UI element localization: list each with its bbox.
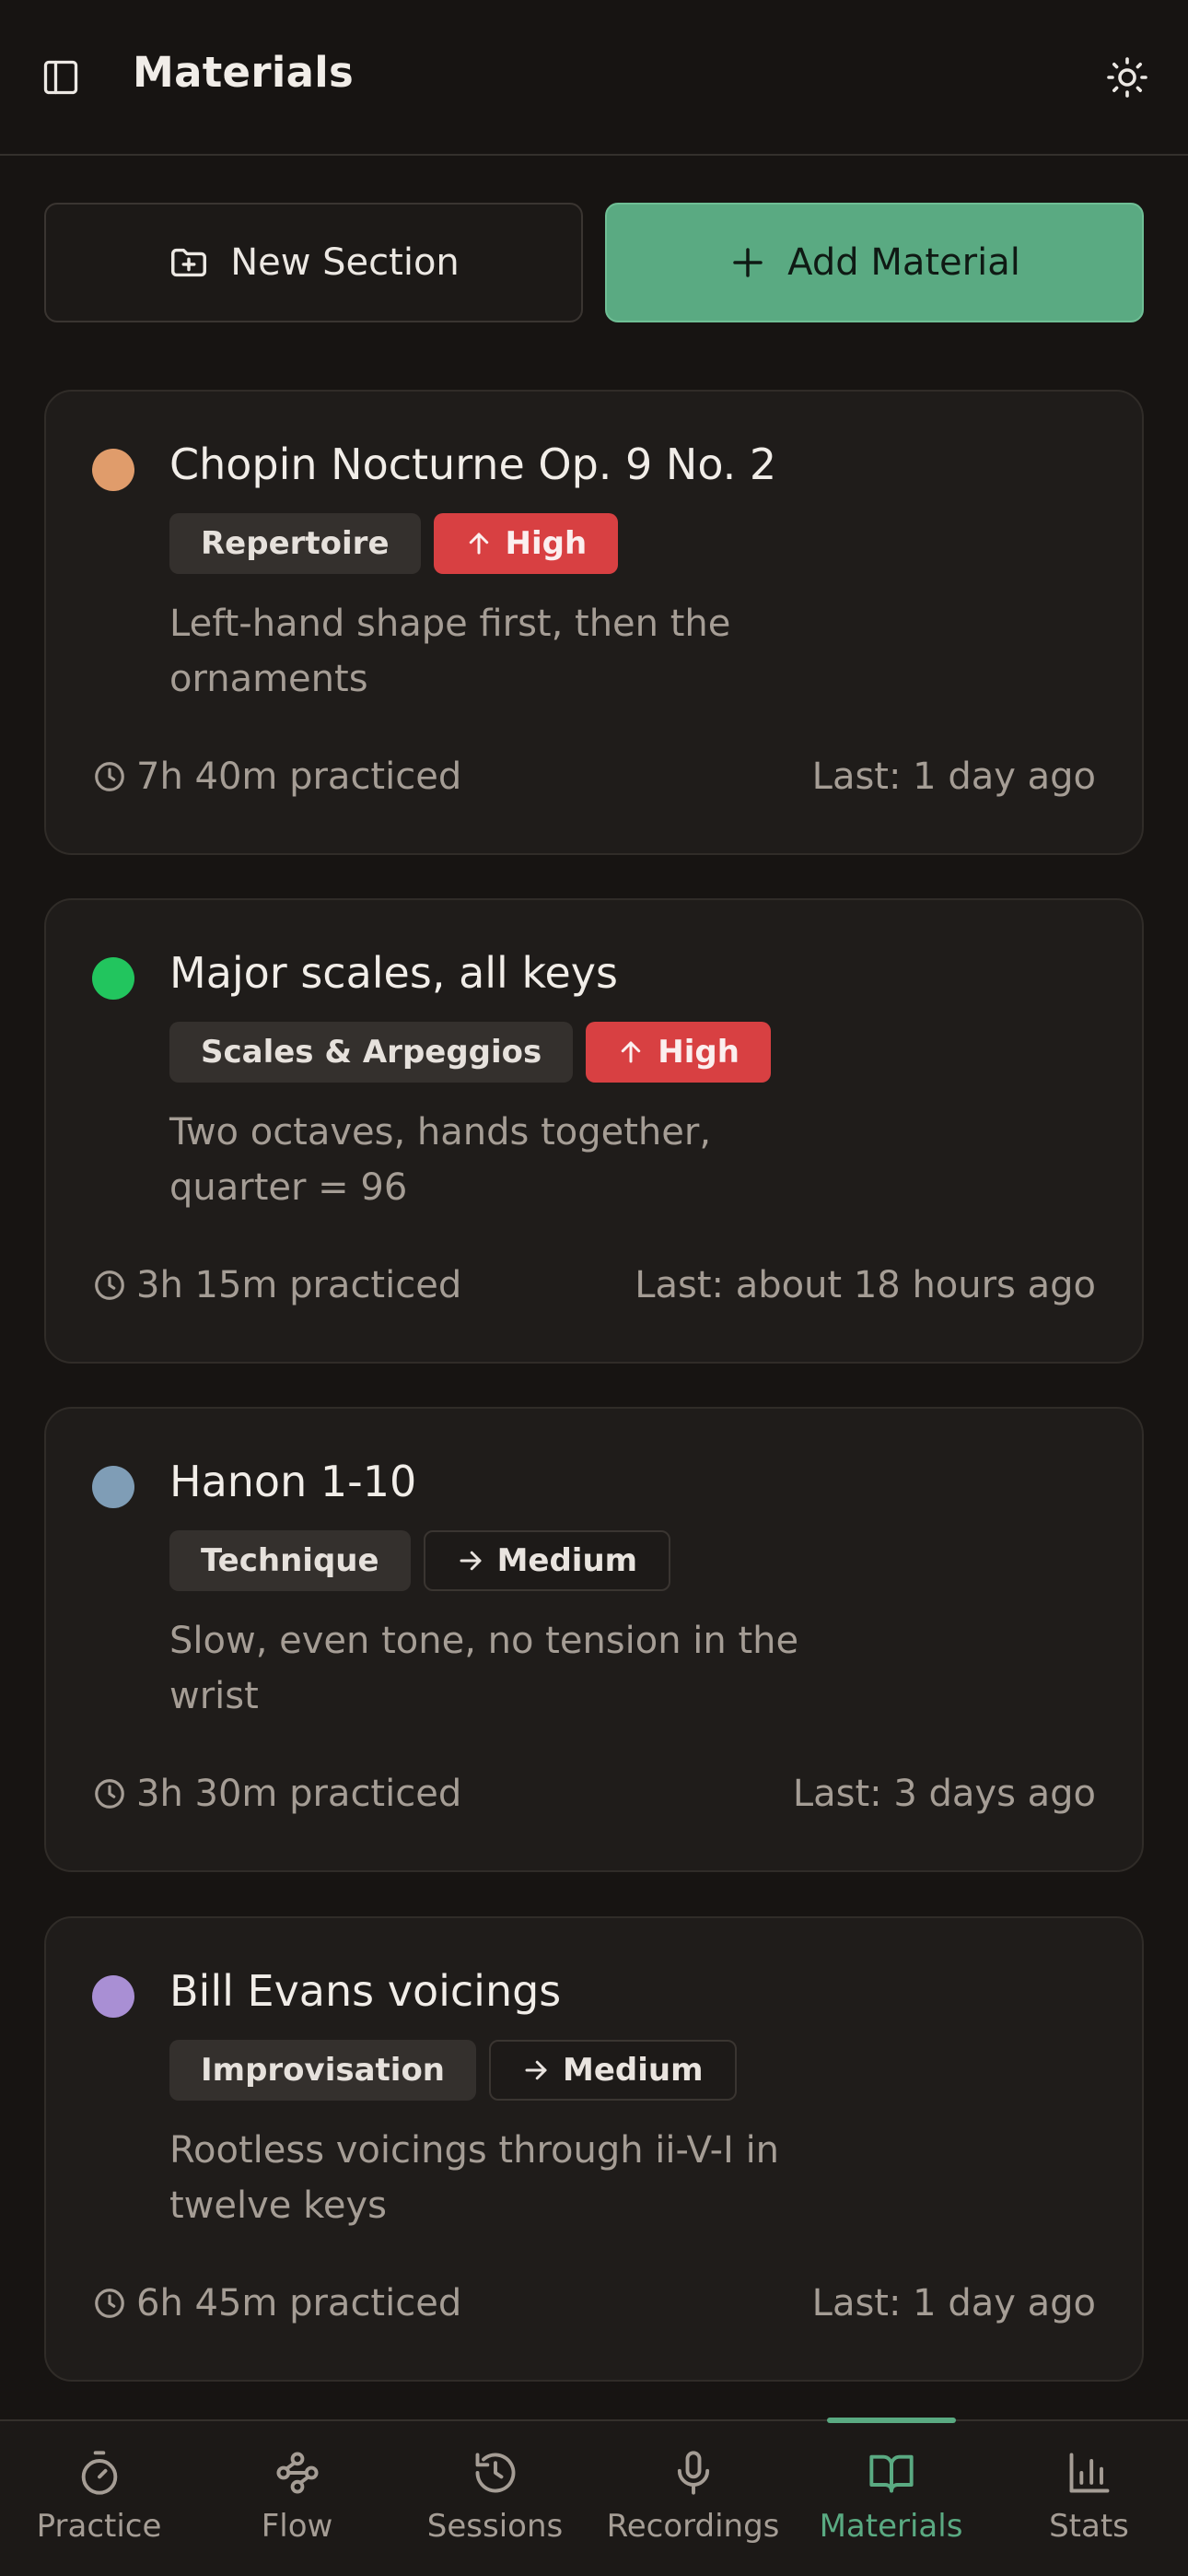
- material-card[interactable]: Chopin Nocturne Op. 9 No. 2 Repertoire H…: [44, 390, 1144, 855]
- app-root: Materials New Section Add Material Chopi…: [0, 0, 1188, 2576]
- card-footer: 6h 45m practiced Last: 1 day ago: [92, 2277, 1096, 2329]
- panel-left-icon[interactable]: [41, 57, 81, 98]
- color-dot: [92, 1466, 134, 1508]
- app-header: Materials: [0, 0, 1188, 156]
- material-description: Two octaves, hands together, quarter = 9…: [169, 1111, 712, 1209]
- folder-plus-icon: [168, 241, 210, 284]
- clock-icon: [95, 1779, 124, 1809]
- material-name: Chopin Nocturne Op. 9 No. 2: [169, 439, 777, 489]
- book-open-icon: [868, 2454, 914, 2493]
- nav-sessions[interactable]: Sessions: [396, 2421, 594, 2576]
- bottom-nav: Practice Flow Sessions Recordings Materi…: [0, 2418, 1188, 2576]
- nav-label: Stats: [1049, 2508, 1129, 2545]
- practiced-time: 3h 30m practiced: [92, 1773, 461, 1815]
- material-card[interactable]: Major scales, all keys Scales & Arpeggio…: [44, 898, 1144, 1364]
- category-badge: Technique: [169, 1530, 411, 1591]
- material-name: Bill Evans voicings: [169, 1966, 562, 2016]
- practiced-label: 3h 30m practiced: [136, 1773, 462, 1815]
- practiced-label: 7h 40m practiced: [136, 755, 462, 798]
- last-practiced: Last: about 18 hours ago: [635, 1264, 1096, 1306]
- nav-recordings[interactable]: Recordings: [594, 2421, 792, 2576]
- page-title: Materials: [133, 48, 355, 97]
- material-name: Hanon 1-10: [169, 1457, 417, 1506]
- clock-icon: [95, 1270, 124, 1300]
- material-card[interactable]: Bill Evans voicings Improvisation Medium…: [44, 1916, 1144, 2382]
- nav-label: Sessions: [426, 2508, 564, 2545]
- timer-icon: [81, 2451, 117, 2495]
- material-description: Slow, even tone, no tension in the wrist: [169, 1620, 799, 1717]
- color-dot: [92, 449, 134, 491]
- priority-label: Medium: [563, 2052, 704, 2089]
- practiced-label: 3h 15m practiced: [136, 1264, 462, 1306]
- category-badge: Improvisation: [169, 2040, 477, 2101]
- arrow-right-icon: [525, 2060, 547, 2080]
- practiced-label: 6h 45m practiced: [136, 2282, 462, 2324]
- add-material-button[interactable]: Add Material: [605, 203, 1144, 322]
- material-name: Major scales, all keys: [169, 948, 618, 998]
- nav-materials[interactable]: Materials: [792, 2421, 990, 2576]
- priority-badge: High: [433, 513, 619, 574]
- last-practiced: Last: 1 day ago: [811, 755, 1096, 798]
- nav-label: Recordings: [606, 2508, 780, 2545]
- material-tags: Improvisation Medium: [169, 2040, 737, 2101]
- material-tags: Scales & Arpeggios High: [169, 1022, 771, 1083]
- color-dot: [92, 1975, 134, 2018]
- priority-label: High: [658, 1034, 740, 1071]
- category-badge: Repertoire: [169, 513, 421, 574]
- clock-icon: [95, 2289, 124, 2318]
- priority-badge: High: [586, 1022, 771, 1083]
- sun-icon[interactable]: [1105, 55, 1149, 100]
- workflow-icon: [275, 2452, 319, 2494]
- bar-chart-icon: [1069, 2453, 1109, 2493]
- nav-label: Flow: [261, 2508, 333, 2545]
- practiced-time: 6h 45m practiced: [92, 2282, 461, 2324]
- add-material-label: Add Material: [787, 241, 1020, 284]
- category-badge: Scales & Arpeggios: [169, 1022, 574, 1083]
- history-icon: [475, 2453, 515, 2493]
- nav-flow[interactable]: Flow: [198, 2421, 396, 2576]
- practiced-time: 7h 40m practiced: [92, 755, 461, 798]
- material-tags: Repertoire High: [169, 513, 619, 574]
- plus-icon: [728, 243, 767, 282]
- nav-label: Practice: [36, 2508, 162, 2545]
- last-practiced: Last: 3 days ago: [792, 1773, 1096, 1815]
- clock-icon: [95, 762, 124, 791]
- new-section-label: New Section: [230, 241, 460, 284]
- material-card[interactable]: Hanon 1-10 Technique Medium Slow, even t…: [44, 1407, 1144, 1872]
- new-section-button[interactable]: New Section: [44, 203, 583, 322]
- priority-badge: Medium: [423, 1530, 671, 1591]
- card-footer: 3h 30m practiced Last: 3 days ago: [92, 1768, 1096, 1820]
- nav-practice[interactable]: Practice: [0, 2421, 198, 2576]
- nav-label: Materials: [819, 2508, 963, 2545]
- card-footer: 3h 15m practiced Last: about 18 hours ag…: [92, 1259, 1096, 1311]
- last-practiced: Last: 1 day ago: [811, 2282, 1096, 2324]
- nav-stats[interactable]: Stats: [990, 2421, 1188, 2576]
- priority-badge: Medium: [489, 2040, 737, 2101]
- priority-label: Medium: [496, 1542, 638, 1579]
- priority-label: High: [505, 525, 588, 562]
- practiced-time: 3h 15m practiced: [92, 1264, 461, 1306]
- color-dot: [92, 957, 134, 1000]
- arrow-up-icon: [469, 533, 488, 555]
- material-tags: Technique Medium: [169, 1530, 671, 1591]
- arrow-right-icon: [460, 1551, 482, 1571]
- arrow-up-icon: [622, 1041, 641, 1063]
- mic-icon: [677, 2451, 709, 2495]
- card-footer: 7h 40m practiced Last: 1 day ago: [92, 751, 1096, 802]
- material-description: Rootless voicings through ii-V-I in twel…: [169, 2129, 780, 2227]
- material-description: Left-hand shape first, then the ornament…: [169, 603, 731, 700]
